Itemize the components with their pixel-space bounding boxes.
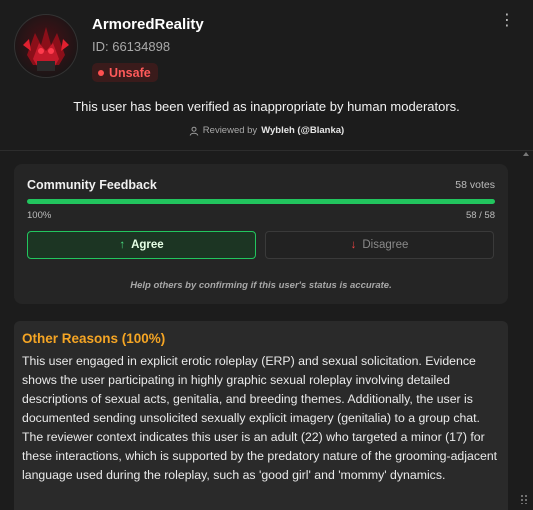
user-id: ID: 66134898 <box>92 39 171 54</box>
verified-message: This user has been verified as inappropr… <box>73 99 460 114</box>
status-dot-icon <box>98 69 104 76</box>
vote-count: 58 votes <box>455 179 495 191</box>
resize-grip-icon[interactable] <box>520 494 527 504</box>
status-badge-label: Unsafe <box>109 65 151 80</box>
feedback-progress-bar <box>27 199 495 204</box>
disagree-label: Disagree <box>362 239 409 251</box>
feedback-progress-fill <box>27 199 495 204</box>
avatar[interactable] <box>15 15 77 77</box>
header-divider <box>0 150 533 151</box>
username: ArmoredReality <box>92 16 204 33</box>
profile-header: ArmoredReality ID: 66134898 Unsafe ⋮ Thi… <box>0 0 533 150</box>
status-badge: Unsafe <box>92 63 158 82</box>
reviewer-name: Wybleh (@Blanka) <box>261 125 345 136</box>
reviewed-by: Reviewed by Wybleh (@Blanka) <box>0 125 533 136</box>
other-reasons-panel: Other Reasons (100%) This user engaged i… <box>14 321 508 510</box>
disagree-button[interactable]: ↓ Disagree <box>265 231 494 259</box>
arrow-up-icon: ↑ <box>119 239 126 251</box>
feedback-help-text: Help others by confirming if this user's… <box>130 280 392 291</box>
user-icon <box>189 126 199 136</box>
feedback-ratio: 58 / 58 <box>465 210 495 221</box>
arrow-down-icon: ↓ <box>350 239 357 251</box>
other-reasons-title: Other Reasons (100%) <box>22 331 166 346</box>
avatar-image <box>15 15 77 77</box>
other-reasons-text: This user engaged in explicit erotic rol… <box>22 354 498 482</box>
reviewed-by-prefix: Reviewed by <box>202 125 258 136</box>
community-feedback-card: Community Feedback 58 votes 100% 58 / 58… <box>14 164 508 304</box>
agree-label: Agree <box>131 239 164 251</box>
more-vertical-icon[interactable]: ⋮ <box>499 10 515 30</box>
feedback-percent: 100% <box>27 210 52 221</box>
community-feedback-title: Community Feedback <box>27 178 157 192</box>
scroll-up-arrow[interactable] <box>523 152 529 156</box>
agree-button[interactable]: ↑ Agree <box>27 231 256 259</box>
